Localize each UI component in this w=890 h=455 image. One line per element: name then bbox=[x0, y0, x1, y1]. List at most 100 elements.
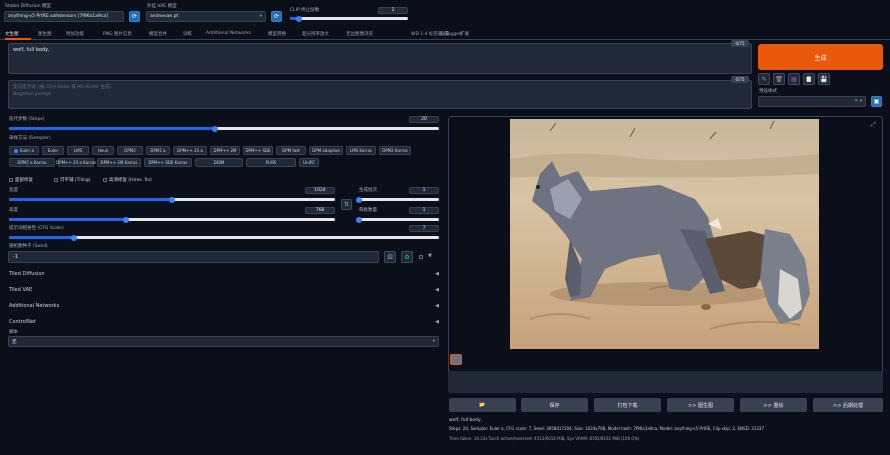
batch-count-number[interactable]: 1 bbox=[409, 187, 439, 194]
apply-style-button[interactable]: ▣ bbox=[871, 96, 882, 107]
sampler-option-label: DPM++ 2M Karras bbox=[100, 160, 138, 165]
sampler-option[interactable]: Euler bbox=[42, 146, 64, 155]
sampler-option[interactable]: DDIM bbox=[195, 158, 243, 167]
random-seed-button[interactable]: ⚄ bbox=[384, 251, 396, 263]
expand-icon[interactable]: ⤢ bbox=[871, 121, 876, 129]
clip-number[interactable]: 2 bbox=[378, 7, 408, 14]
slider-knob[interactable] bbox=[296, 15, 303, 22]
tab-6[interactable]: Additional Networks bbox=[206, 31, 251, 36]
generate-button[interactable]: 生成 bbox=[758, 44, 883, 70]
generated-image[interactable] bbox=[510, 119, 819, 349]
output-button-2[interactable]: 打包下载 bbox=[594, 398, 661, 412]
sampler-option[interactable]: Heun bbox=[92, 146, 114, 155]
output-button-4[interactable]: >> 重绘 bbox=[740, 398, 807, 412]
height-number[interactable]: 768 bbox=[305, 207, 335, 214]
sampler-option[interactable]: DPM++ SDE Karras bbox=[144, 158, 192, 167]
tab-12[interactable]: 扩展 bbox=[460, 31, 469, 37]
clipboard-button[interactable]: 📋 bbox=[803, 73, 815, 85]
style-select[interactable]: ✕ ▾ bbox=[758, 96, 866, 107]
cfg-slider[interactable] bbox=[9, 234, 439, 241]
sampler-option[interactable]: DPM++ SDE bbox=[243, 146, 273, 155]
slider-knob[interactable] bbox=[123, 216, 130, 223]
tab-11[interactable]: 设置 bbox=[440, 31, 449, 37]
swap-dimensions-button[interactable]: ⇅ bbox=[341, 199, 352, 210]
sampler-option[interactable]: LMS bbox=[67, 146, 89, 155]
clip-slider[interactable] bbox=[290, 15, 408, 22]
sampler-option-label: DPM2 bbox=[124, 148, 136, 153]
tab-7[interactable]: 模型转换 bbox=[268, 31, 286, 37]
script-select[interactable]: 无 ▾ bbox=[8, 336, 439, 347]
sampler-option[interactable]: UniPC bbox=[299, 158, 319, 167]
refresh-vae-button[interactable]: ⟳ bbox=[271, 11, 282, 22]
sampler-option[interactable]: DPM fast bbox=[276, 146, 306, 155]
gallery-thumbnail[interactable] bbox=[450, 354, 462, 365]
extra-checkbox[interactable] bbox=[419, 255, 423, 259]
sampler-option[interactable]: DPM2 a Karras bbox=[9, 158, 55, 167]
pencil-icon: ✎ bbox=[761, 75, 767, 83]
sampler-option-label: DPM++ 2S a Karras bbox=[56, 160, 96, 165]
accordion-2[interactable]: Additional Networks ◀ bbox=[9, 303, 439, 309]
ckpt-select[interactable]: anything-v5-PrtRE.safetensors [7f96a1a9c… bbox=[4, 11, 124, 22]
tab-2[interactable]: 附加功能 bbox=[66, 31, 84, 37]
width-number[interactable]: 1024 bbox=[305, 187, 335, 194]
tab-0[interactable]: 文生图 bbox=[5, 31, 19, 37]
sampler-option-label: DPM++ SDE Karras bbox=[148, 160, 188, 165]
checkbox-option[interactable]: 高清修复 (Hires. fix) bbox=[103, 177, 152, 183]
checkbox-option[interactable]: 可平铺 (Tiling) bbox=[54, 177, 91, 183]
cfg-label: 提示词相关性 (CFG Scale) bbox=[9, 226, 64, 231]
cfg-number[interactable]: 7 bbox=[409, 225, 439, 232]
sampler-option[interactable]: DPM2 bbox=[117, 146, 143, 155]
slider-knob[interactable] bbox=[356, 196, 362, 203]
trash-button[interactable]: 🗑 bbox=[773, 73, 785, 85]
positive-prompt[interactable]: wolf, full body, bbox=[8, 43, 752, 74]
sampler-option[interactable]: DPM adaptive bbox=[309, 146, 343, 155]
sampler-option[interactable]: DPM++ 2M bbox=[210, 146, 240, 155]
sampler-option[interactable]: DPM2 a bbox=[146, 146, 170, 155]
sampler-option-label: UniPC bbox=[303, 160, 315, 165]
accordion-3[interactable]: ControlNet ◀ bbox=[9, 319, 439, 325]
tab-4[interactable]: 模型合并 bbox=[149, 31, 167, 37]
accordion-1[interactable]: Tiled VAE ◀ bbox=[9, 287, 439, 293]
batch-size-slider[interactable] bbox=[356, 216, 439, 223]
slider-knob[interactable] bbox=[212, 125, 219, 132]
slider-knob[interactable] bbox=[169, 196, 175, 203]
sampler-option[interactable]: PLMS bbox=[246, 158, 296, 167]
refresh-ckpt-button[interactable]: ⟳ bbox=[129, 11, 140, 22]
slider-knob[interactable] bbox=[356, 216, 362, 223]
checkbox-option[interactable]: 面部修复 bbox=[9, 177, 33, 183]
vae-select[interactable]: animevae.pt ▾ bbox=[146, 11, 266, 22]
caret-down-icon: ▼ bbox=[428, 253, 432, 259]
negative-prompt[interactable]: 反向提示词（按 Ctrl+Enter 或 Alt+Enter 生成） Negat… bbox=[8, 80, 752, 109]
slider-knob[interactable] bbox=[70, 234, 77, 241]
tab-3[interactable]: PNG 图片信息 bbox=[103, 31, 132, 37]
output-button-3[interactable]: >> 图生图 bbox=[667, 398, 734, 412]
steps-number[interactable]: 20 bbox=[409, 116, 439, 123]
tab-1[interactable]: 图生图 bbox=[38, 31, 52, 37]
seed-input[interactable]: -1 bbox=[8, 251, 379, 263]
save-button[interactable]: 💾 bbox=[818, 73, 830, 85]
sampler-option[interactable]: DPM++ 2S a bbox=[173, 146, 207, 155]
height-slider[interactable] bbox=[9, 216, 335, 223]
batch-count-slider[interactable] bbox=[356, 196, 439, 203]
sampler-option[interactable]: LMS Karras bbox=[346, 146, 376, 155]
reuse-seed-button[interactable]: ♻ bbox=[401, 251, 413, 263]
tab-10[interactable]: WD 1.4 标签器 (Tagger) bbox=[411, 31, 462, 37]
tab-9[interactable]: 无边图像浏览 bbox=[346, 31, 373, 37]
info-params: Steps: 20, Sampler: Euler a, CFG scale: … bbox=[449, 426, 764, 431]
accordion-0[interactable]: Tiled Diffusion ◀ bbox=[9, 271, 439, 277]
output-button-1[interactable]: 保存 bbox=[521, 398, 588, 412]
tab-8[interactable]: 超分辨率放大 bbox=[302, 31, 329, 37]
output-button-0[interactable]: 📂 bbox=[449, 398, 516, 412]
batch-size-number[interactable]: 1 bbox=[409, 207, 439, 214]
sampler-option[interactable]: DPM2 Karras bbox=[379, 146, 411, 155]
output-button-5[interactable]: >> 后期处理 bbox=[813, 398, 883, 412]
width-slider[interactable] bbox=[9, 196, 335, 203]
sampler-option[interactable]: DPM++ 2S a Karras bbox=[56, 158, 96, 167]
pencil-button[interactable]: ✎ bbox=[758, 73, 770, 85]
sampler-option[interactable]: DPM++ 2M Karras bbox=[97, 158, 141, 167]
tab-5[interactable]: 训练 bbox=[183, 31, 192, 37]
image-button[interactable]: ▤ bbox=[788, 73, 800, 85]
steps-slider[interactable] bbox=[9, 125, 439, 132]
save-icon: 💾 bbox=[820, 75, 828, 83]
sampler-option[interactable]: Euler a bbox=[9, 146, 39, 155]
